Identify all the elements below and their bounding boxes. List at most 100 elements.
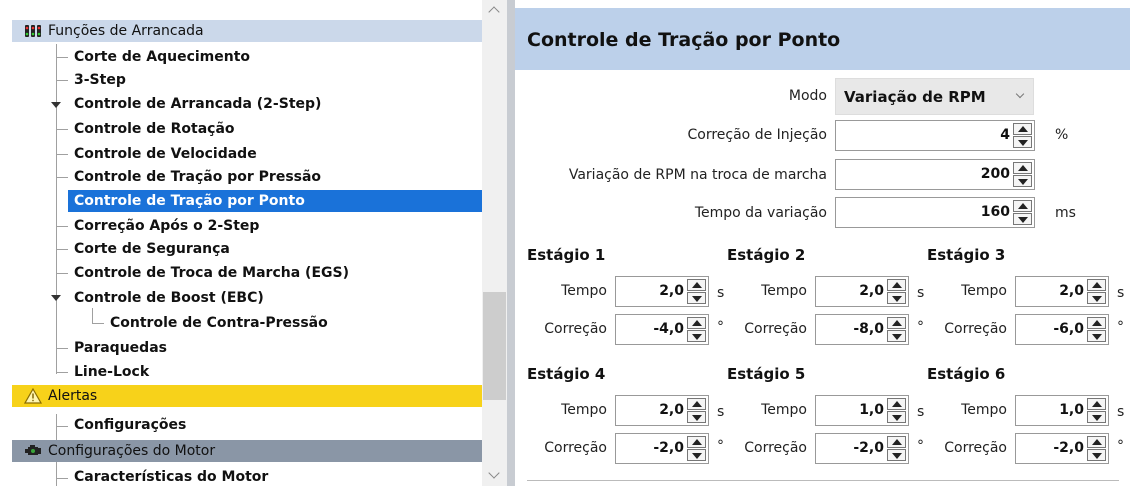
increment-button[interactable] bbox=[687, 436, 706, 448]
arrow-down-icon bbox=[692, 415, 702, 421]
increment-button[interactable] bbox=[887, 279, 906, 291]
increment-button[interactable] bbox=[1013, 123, 1032, 135]
correcao-injecao-spinbox[interactable]: 4 bbox=[835, 120, 1035, 151]
tempo-variacao-spinbox[interactable]: 160 bbox=[835, 197, 1035, 228]
arrow-down-icon bbox=[692, 334, 702, 340]
increment-button[interactable] bbox=[687, 279, 706, 291]
correcao-label: Correção bbox=[544, 440, 607, 456]
stage-correcao-spinbox[interactable]: -6,0 bbox=[1015, 314, 1109, 345]
decrement-button[interactable] bbox=[887, 292, 906, 304]
increment-button[interactable] bbox=[1087, 317, 1106, 329]
increment-button[interactable] bbox=[887, 317, 906, 329]
increment-button[interactable] bbox=[887, 436, 906, 448]
tree-item-line-lock[interactable]: Line-Lock bbox=[74, 361, 149, 383]
scrollbar-thumb[interactable] bbox=[483, 292, 506, 400]
tree-branch bbox=[56, 348, 68, 349]
decrement-button[interactable] bbox=[1013, 213, 1032, 225]
arrow-down-icon bbox=[1018, 217, 1028, 223]
stage-correcao-value: -8,0 bbox=[853, 321, 884, 337]
tempo-variacao-value: 160 bbox=[980, 204, 1010, 220]
decrement-button[interactable] bbox=[1087, 330, 1106, 342]
tree-item-corte-seguranca[interactable]: Corte de Segurança bbox=[74, 238, 230, 260]
tree-item-corte-aquecimento[interactable]: Corte de Aquecimento bbox=[74, 46, 250, 68]
increment-button[interactable] bbox=[687, 398, 706, 410]
increment-button[interactable] bbox=[687, 317, 706, 329]
tree-item-label: Line-Lock bbox=[74, 364, 150, 380]
tree-item-tracao-pressao[interactable]: Controle de Tração por Pressão bbox=[74, 166, 321, 188]
tree-item-configuracoes[interactable]: Configurações bbox=[74, 414, 186, 436]
decrement-button[interactable] bbox=[687, 292, 706, 304]
tree-item-contra-pressao[interactable]: Controle de Contra-Pressão bbox=[110, 312, 328, 334]
decrement-button[interactable] bbox=[887, 411, 906, 423]
increment-button[interactable] bbox=[1087, 279, 1106, 291]
tree-item-label: Configurações bbox=[74, 417, 187, 433]
stage-tempo-spinbox[interactable]: 1,0 bbox=[1015, 395, 1109, 426]
stage-tempo-spinbox[interactable]: 2,0 bbox=[615, 395, 709, 426]
decrement-button[interactable] bbox=[1087, 449, 1106, 461]
tree-item-controle-boost[interactable]: Controle de Boost (EBC) bbox=[74, 287, 264, 309]
stage-tempo-spinbox[interactable]: 2,0 bbox=[815, 276, 909, 307]
increment-button[interactable] bbox=[1087, 398, 1106, 410]
stage-tempo-value: 2,0 bbox=[859, 283, 884, 299]
stage-correcao-spinbox[interactable]: -4,0 bbox=[615, 314, 709, 345]
stage-tempo-spinbox[interactable]: 1,0 bbox=[815, 395, 909, 426]
decrement-button[interactable] bbox=[1013, 175, 1032, 187]
tree-item-tracao-ponto[interactable]: Controle de Tração por Ponto bbox=[68, 190, 482, 212]
decrement-button[interactable] bbox=[1013, 136, 1032, 148]
variacao-rpm-spinbox[interactable]: 200 bbox=[835, 159, 1035, 190]
tree-guide-line bbox=[92, 308, 93, 324]
stage-correcao-spinbox[interactable]: -2,0 bbox=[615, 433, 709, 464]
expand-caret-icon[interactable] bbox=[51, 102, 61, 108]
tree-item-caracteristicas-motor[interactable]: Características do Motor bbox=[74, 466, 268, 486]
tree-item-controle-velocidade[interactable]: Controle de Velocidade bbox=[74, 143, 257, 165]
arrow-up-icon bbox=[1018, 165, 1028, 171]
scroll-up-button[interactable] bbox=[482, 0, 507, 20]
modo-select[interactable]: Variação de RPM bbox=[835, 78, 1034, 115]
correcao-label: Correção bbox=[944, 321, 1007, 337]
decrement-button[interactable] bbox=[687, 449, 706, 461]
decrement-button[interactable] bbox=[887, 449, 906, 461]
increment-button[interactable] bbox=[1013, 200, 1032, 212]
tree-item-paraquedas[interactable]: Paraquedas bbox=[74, 337, 167, 359]
tree-item-controle-arrancada[interactable]: Controle de Arrancada (2-Step) bbox=[74, 93, 321, 115]
tree-item-controle-rotacao[interactable]: Controle de Rotação bbox=[74, 118, 235, 140]
chevron-down-icon bbox=[488, 467, 500, 479]
decrement-button[interactable] bbox=[887, 330, 906, 342]
decrement-button[interactable] bbox=[1087, 292, 1106, 304]
stage-tempo-spinbox[interactable]: 2,0 bbox=[1015, 276, 1109, 307]
tree-branch bbox=[56, 154, 68, 155]
stage-title: Estágio 1 bbox=[527, 246, 606, 264]
arrow-down-icon bbox=[1092, 296, 1102, 302]
tree-panel: Funções de Arrancada Corte de Aqueciment… bbox=[0, 0, 507, 486]
tree-category-alertas[interactable]: Alertas bbox=[12, 385, 482, 407]
increment-button[interactable] bbox=[1013, 162, 1032, 174]
tree-category-config-motor[interactable]: Configurações do Motor bbox=[12, 440, 482, 462]
stage-correcao-spinbox[interactable]: -2,0 bbox=[1015, 433, 1109, 464]
stage-correcao-value: -2,0 bbox=[653, 440, 684, 456]
percent-unit: % bbox=[1055, 127, 1069, 143]
increment-button[interactable] bbox=[1087, 436, 1106, 448]
tree-view: Funções de Arrancada Corte de Aqueciment… bbox=[0, 0, 482, 486]
decrement-button[interactable] bbox=[687, 411, 706, 423]
tree-category-funcoes-arrancada[interactable]: Funções de Arrancada bbox=[12, 20, 482, 42]
stage-correcao-spinbox[interactable]: -8,0 bbox=[815, 314, 909, 345]
tree-item-3-step[interactable]: 3-Step bbox=[74, 69, 126, 91]
expand-caret-icon[interactable] bbox=[51, 295, 61, 301]
tree-item-troca-marcha[interactable]: Controle de Troca de Marcha (EGS) bbox=[74, 262, 349, 284]
scroll-down-button[interactable] bbox=[482, 466, 507, 486]
tree-item-correcao-apos-2-step[interactable]: Correção Após o 2-Step bbox=[74, 215, 259, 237]
arrow-down-icon bbox=[1092, 334, 1102, 340]
stage-correcao-spinbox[interactable]: -2,0 bbox=[815, 433, 909, 464]
splitter[interactable] bbox=[507, 0, 515, 486]
decrement-button[interactable] bbox=[1087, 411, 1106, 423]
correcao-label: Correção bbox=[544, 321, 607, 337]
stage-title: Estágio 3 bbox=[927, 246, 1006, 264]
tree-scrollbar[interactable] bbox=[482, 0, 507, 486]
stage-tempo-spinbox[interactable]: 2,0 bbox=[615, 276, 709, 307]
tree-branch bbox=[56, 249, 68, 250]
arrow-up-icon bbox=[1018, 203, 1028, 209]
increment-button[interactable] bbox=[887, 398, 906, 410]
correcao-injecao-label: Correção de Injeção bbox=[687, 127, 827, 143]
stage-title: Estágio 2 bbox=[727, 246, 806, 264]
decrement-button[interactable] bbox=[687, 330, 706, 342]
